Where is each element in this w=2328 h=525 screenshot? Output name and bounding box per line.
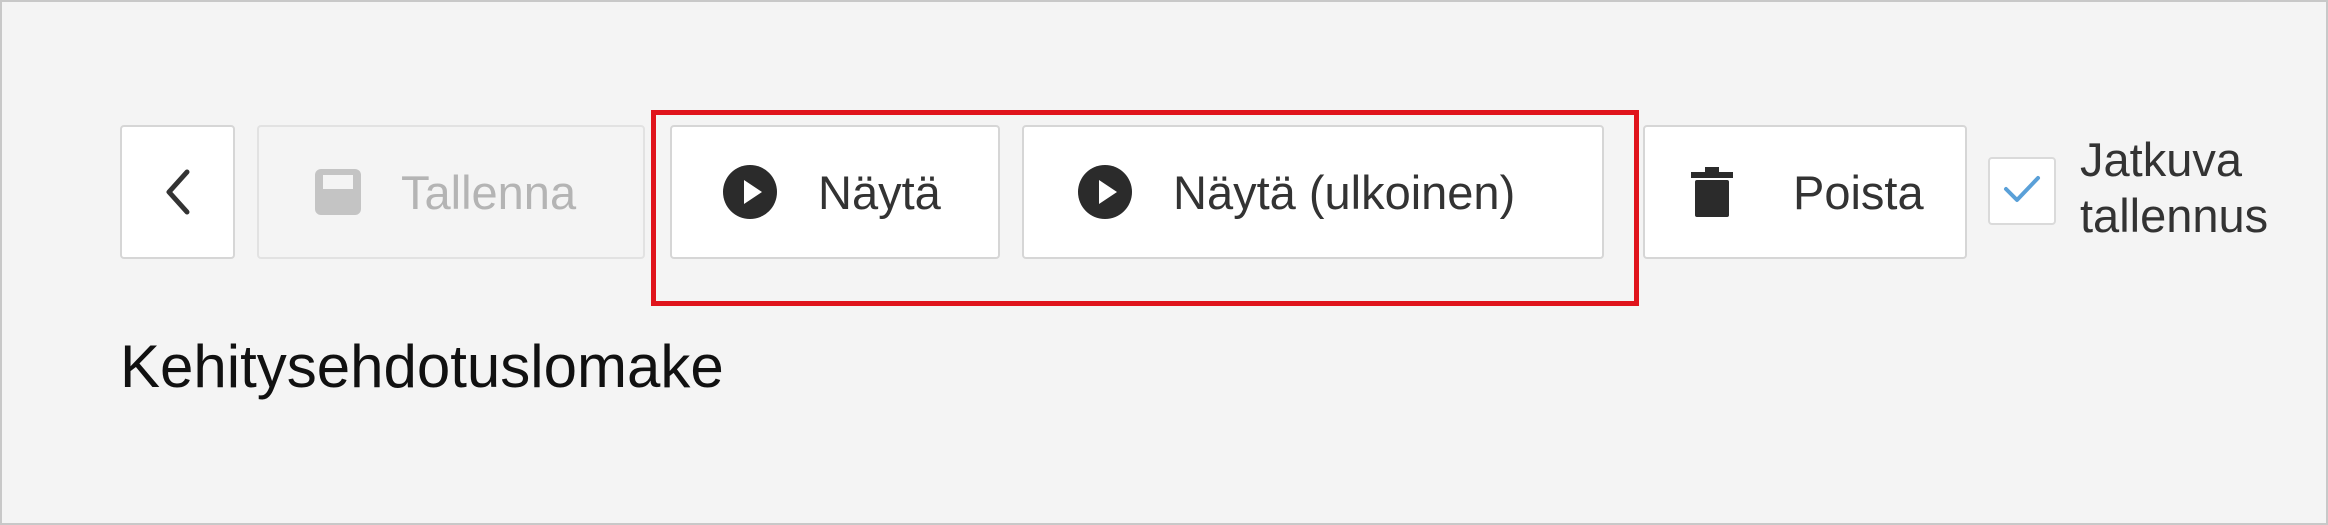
save-button[interactable]: Tallenna [257, 125, 645, 259]
autosave-checkbox[interactable] [1988, 157, 2056, 225]
highlight-box [651, 110, 1639, 306]
save-button-label: Tallenna [401, 165, 577, 219]
autosave-label[interactable]: Jatkuva tallennus [2080, 132, 2268, 244]
autosave-label-line2: tallennus [2080, 189, 2269, 242]
toolbar: Tallenna Näytä Näytä (ulkoinen) Poista J… [2, 2, 2328, 306]
delete-button-label: Poista [1793, 165, 1924, 219]
trash-icon [1689, 166, 1735, 218]
autosave-label-line1: Jatkuva [2080, 133, 2242, 186]
save-icon [313, 167, 363, 217]
chevron-left-icon [161, 166, 195, 218]
back-button[interactable] [120, 125, 235, 259]
check-icon [2002, 173, 2042, 210]
delete-button[interactable]: Poista [1643, 125, 1967, 259]
page-title: Kehitysehdotuslomake [120, 333, 724, 400]
app-frame: Tallenna Näytä Näytä (ulkoinen) Poista J… [0, 0, 2328, 525]
